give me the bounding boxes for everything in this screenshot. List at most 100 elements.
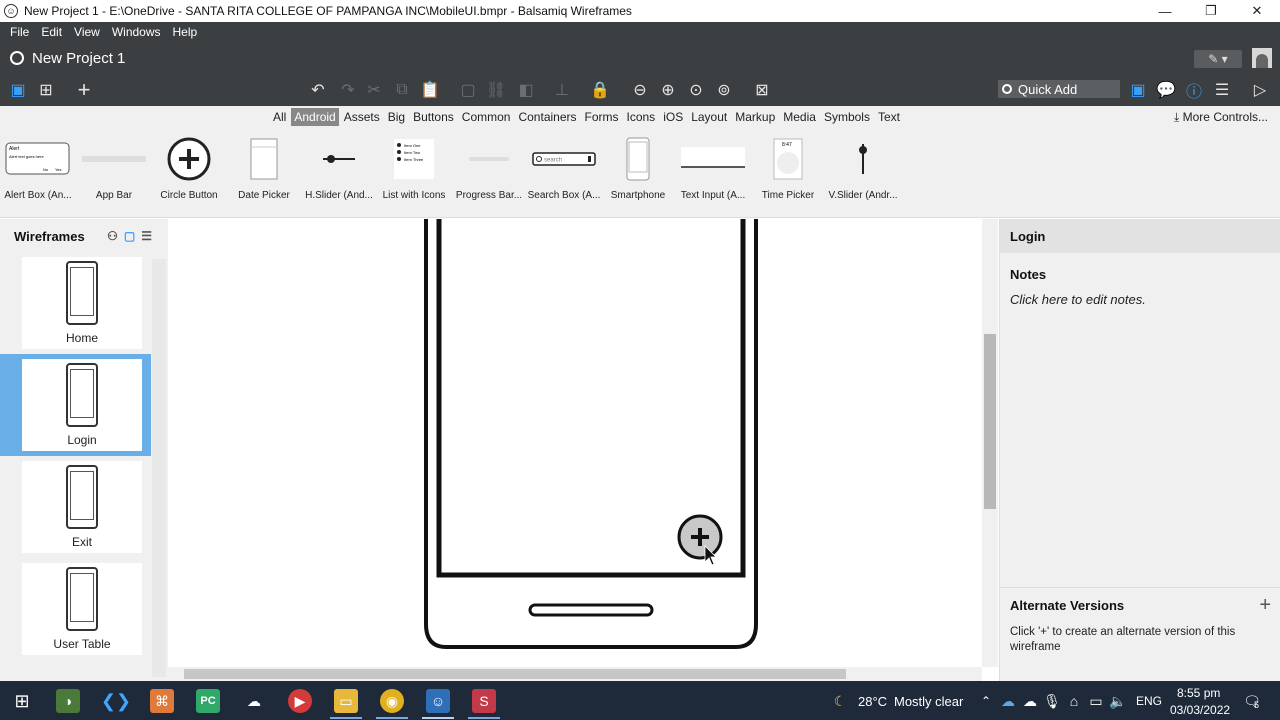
filter-symbols[interactable]: Symbols	[821, 108, 873, 126]
library-item-v-slider[interactable]: V.Slider (Andr...	[825, 128, 901, 218]
filter-icons[interactable]: Icons	[624, 108, 659, 126]
app-icon-5[interactable]: ☁	[242, 689, 266, 713]
add-alternate-icon[interactable]: +	[1259, 594, 1271, 617]
list-icon[interactable]: ☰	[1212, 80, 1232, 100]
group-icon[interactable]: ▢	[458, 80, 478, 100]
language-indicator[interactable]: ENG	[1136, 694, 1162, 708]
single-view-icon[interactable]: ▣	[8, 80, 28, 100]
comment-icon[interactable]: 💬	[1156, 80, 1176, 100]
app-icon-1[interactable]: ◑	[56, 689, 80, 713]
filter-media[interactable]: Media	[780, 108, 819, 126]
user-avatar-icon[interactable]	[1252, 48, 1272, 68]
pycharm-icon[interactable]: PC	[196, 689, 220, 713]
add-wireframe-icon[interactable]: +	[74, 77, 94, 102]
library-item-list-with-icons[interactable]: Item One Item Two Item Three List with I…	[376, 128, 452, 218]
filter-ios[interactable]: iOS	[660, 108, 686, 126]
wireframes-scrollbar[interactable]	[152, 259, 166, 677]
delete-icon[interactable]: ⊠	[752, 80, 772, 100]
cloud-icon[interactable]: ☁	[1018, 689, 1042, 713]
weather-desc[interactable]: Mostly clear	[894, 694, 963, 709]
app-icon-3[interactable]: ⌘	[150, 689, 174, 713]
onedrive-icon[interactable]: ☁	[996, 689, 1020, 713]
battery-icon[interactable]: ▭	[1084, 689, 1108, 713]
library-item-circle-button[interactable]: Circle Button	[151, 128, 227, 218]
filter-android[interactable]: Android	[291, 108, 339, 126]
notifications-icon[interactable]: 🗨	[1240, 689, 1264, 713]
filter-containers[interactable]: Containers	[515, 108, 579, 126]
filter-common[interactable]: Common	[459, 108, 514, 126]
filter-buttons[interactable]: Buttons	[410, 108, 457, 126]
weather-moon-icon[interactable]: ☾	[828, 689, 852, 713]
library-item-smartphone[interactable]: Smartphone	[600, 128, 676, 218]
copy-icon[interactable]: ⧉	[392, 80, 412, 100]
microphone-icon[interactable]: 🎙	[1040, 689, 1064, 713]
presentation-icon[interactable]: ▷	[1250, 80, 1270, 100]
filter-text[interactable]: Text	[875, 108, 903, 126]
quick-add-input[interactable]: Quick Add	[998, 80, 1120, 98]
wireframe-item-home[interactable]: Home	[22, 257, 142, 349]
library-item-text-input[interactable]: Text Input (A...	[675, 128, 751, 218]
link-icon[interactable]: ⛓	[486, 80, 506, 100]
chrome-icon[interactable]: ◉	[380, 689, 404, 713]
media-player-icon[interactable]: ▶	[288, 689, 312, 713]
weather-temp[interactable]: 28°C	[858, 694, 887, 709]
balsamiq-taskbar-icon[interactable]: ☺	[426, 689, 450, 713]
info-icon[interactable]: ⓘ	[1184, 80, 1204, 101]
horizontal-scroll-thumb[interactable]	[184, 669, 846, 679]
library-item-time-picker[interactable]: 8:47 Time Picker	[750, 128, 826, 218]
menu-view[interactable]: View	[74, 25, 100, 39]
clock-date[interactable]: 03/03/2022	[1170, 703, 1230, 717]
grid-view-icon[interactable]: ⊞	[36, 80, 56, 100]
network-icon[interactable]: ⌂	[1062, 689, 1086, 713]
wireframe-item-user-table[interactable]: User Table	[22, 563, 142, 655]
lock-icon[interactable]: 🔒	[590, 80, 610, 100]
wireframe-item-login[interactable]: Login	[22, 359, 142, 451]
zoom-in-icon[interactable]: ⊕	[658, 80, 678, 100]
bring-front-icon[interactable]: ◧	[516, 80, 536, 100]
filter-forms[interactable]: Forms	[582, 108, 622, 126]
filter-assets[interactable]: Assets	[341, 108, 383, 126]
edit-mode-button[interactable]: ✎ ▾	[1194, 50, 1242, 68]
menu-file[interactable]: File	[10, 25, 29, 39]
filter-layout[interactable]: Layout	[688, 108, 730, 126]
maximize-button[interactable]: ❐	[1188, 0, 1234, 22]
clock-time[interactable]: 8:55 pm	[1177, 686, 1220, 700]
library-item-date-picker[interactable]: Date Picker	[226, 128, 302, 218]
menu-help[interactable]: Help	[173, 25, 198, 39]
people-icon[interactable]: ⚇	[107, 229, 118, 243]
library-item-h-slider[interactable]: H.Slider (And...	[301, 128, 377, 218]
vertical-scroll-thumb[interactable]	[984, 334, 996, 509]
filter-all[interactable]: All	[270, 108, 289, 126]
undo-icon[interactable]: ↶	[308, 80, 328, 100]
library-item-search-box[interactable]: search Search Box (A...	[526, 128, 602, 218]
filter-markup[interactable]: Markup	[732, 108, 778, 126]
close-button[interactable]: ✕	[1234, 0, 1280, 22]
menu-windows[interactable]: Windows	[112, 25, 161, 39]
actual-size-icon[interactable]: ⊙	[686, 80, 706, 100]
volume-icon[interactable]: 🔈	[1106, 689, 1130, 713]
menu-edit[interactable]: Edit	[41, 25, 62, 39]
canvas-vertical-scrollbar[interactable]	[982, 219, 998, 667]
zoom-out-icon[interactable]: ⊖	[630, 80, 650, 100]
show-hidden-icons-icon[interactable]: ⌃	[974, 689, 998, 713]
more-controls-button[interactable]: ⤓ More Controls...	[1174, 110, 1268, 125]
canvas-horizontal-scrollbar[interactable]	[168, 667, 982, 681]
minimize-button[interactable]: —	[1142, 0, 1188, 22]
thumbnail-view-icon[interactable]: ▢	[124, 229, 135, 243]
notes-field[interactable]: Click here to edit notes.	[1010, 292, 1270, 307]
library-item-alert-box[interactable]: Alert Alert text goes here No Yes Alert …	[0, 128, 76, 218]
redo-icon[interactable]: ↷	[338, 80, 358, 100]
app-icon-10[interactable]: S	[472, 689, 496, 713]
project-title[interactable]: New Project 1	[32, 50, 125, 67]
library-item-progress-bar[interactable]: Progress Bar...	[451, 128, 527, 218]
align-icon[interactable]: ⊥	[552, 80, 572, 100]
library-item-app-bar[interactable]: App Bar	[76, 128, 152, 218]
file-explorer-icon[interactable]: ▭	[334, 689, 358, 713]
ui-view-icon[interactable]: ▣	[1128, 80, 1148, 100]
vscode-icon[interactable]: ❮❯	[101, 689, 131, 713]
zoom-fit-icon[interactable]: ⊚	[714, 80, 734, 100]
list-view-icon[interactable]: ☰	[141, 229, 152, 243]
filter-big[interactable]: Big	[385, 108, 408, 126]
cut-icon[interactable]: ✂	[364, 80, 384, 100]
paste-icon[interactable]: 📋	[420, 80, 440, 100]
